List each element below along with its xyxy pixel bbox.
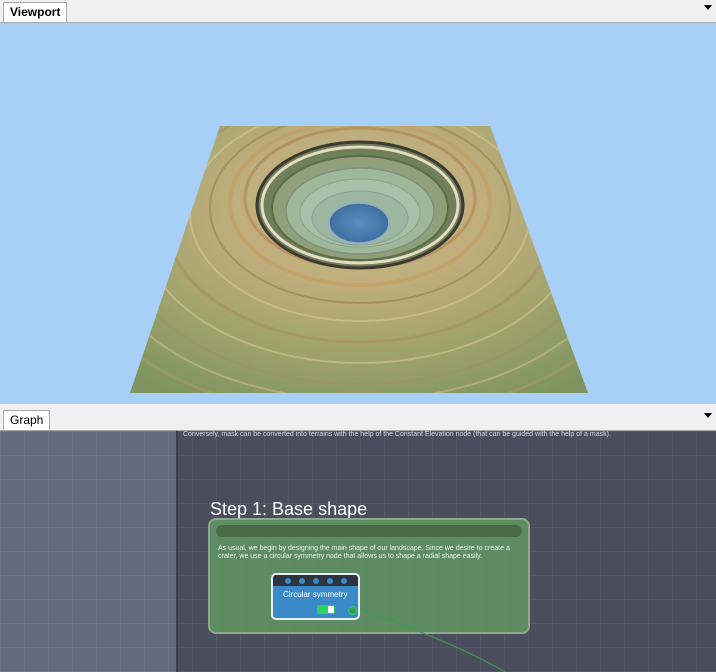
output-port[interactable] [348,606,357,615]
node-header [273,575,358,586]
node-title: Circular symmetry [283,590,348,599]
terrain-render [130,126,588,393]
input-port[interactable] [299,578,305,584]
tab-graph[interactable]: Graph [3,410,51,430]
input-port[interactable] [341,578,347,584]
circular-symmetry-node[interactable]: Circular symmetry [271,573,360,620]
input-port[interactable] [285,578,291,584]
tab-viewport[interactable]: Viewport [3,2,68,22]
graph-canvas[interactable]: Conversely, mask can be converted into t… [0,431,716,672]
viewport-menu-chevron-down-icon[interactable] [704,5,712,10]
node-enable-toggle[interactable] [317,605,335,614]
graph-tabbar: Graph [0,408,716,431]
input-port[interactable] [327,578,333,584]
viewport-canvas[interactable] [0,23,716,404]
graph-menu-chevron-down-icon[interactable] [704,413,712,418]
input-port[interactable] [313,578,319,584]
viewport-tabbar: Viewport [0,0,716,23]
toggle-knob [328,606,334,613]
node-connection-wire [355,606,506,672]
